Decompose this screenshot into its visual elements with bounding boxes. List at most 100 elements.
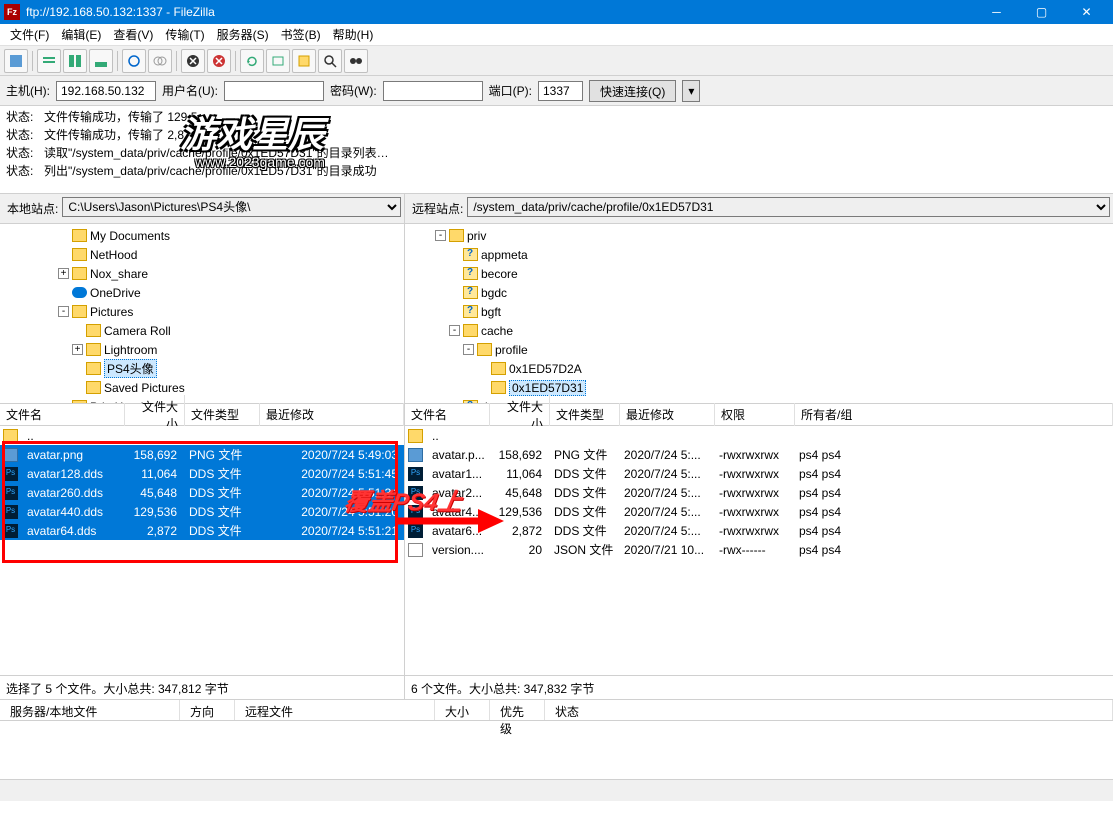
queue-col-remote[interactable]: 远程文件 bbox=[235, 700, 435, 720]
list-item[interactable]: version.... 20 JSON 文件 2020/7/21 10... -… bbox=[405, 540, 1113, 559]
cloud-icon bbox=[72, 287, 87, 298]
file-name: avatar260.dds bbox=[21, 486, 123, 500]
queue-area[interactable] bbox=[0, 721, 1113, 779]
remote-tree[interactable]: -privappmetabecorebgdcbgft-cache-profile… bbox=[405, 224, 1113, 404]
col-mod[interactable]: 最近修改 bbox=[260, 403, 404, 426]
file-mod: 2020/7/24 5:51:34 bbox=[258, 486, 404, 500]
col-name[interactable]: 文件名 bbox=[0, 403, 125, 426]
queue-col-priority[interactable]: 优先级 bbox=[490, 700, 545, 720]
col-name[interactable]: 文件名 bbox=[405, 403, 490, 426]
remote-file-list[interactable]: .. avatar.p... 158,692 PNG 文件 2020/7/24 … bbox=[405, 426, 1113, 675]
tree-node[interactable]: -profile bbox=[407, 340, 1111, 359]
tree-node[interactable]: bgdc bbox=[407, 283, 1111, 302]
tree-node[interactable]: My Documents bbox=[2, 226, 402, 245]
remote-path-select[interactable]: /system_data/priv/cache/profile/0x1ED57D… bbox=[467, 197, 1110, 217]
list-item[interactable]: Ps avatar260.dds 45,648 DDS 文件 2020/7/24… bbox=[0, 483, 404, 502]
list-item[interactable]: .. bbox=[0, 426, 404, 445]
tree-node[interactable]: becore bbox=[407, 264, 1111, 283]
log-text: 列出"/system_data/priv/cache/profile/0x1ED… bbox=[44, 162, 377, 180]
tree-toggle-icon[interactable]: + bbox=[58, 268, 69, 279]
toggle-queue-icon[interactable] bbox=[89, 49, 113, 73]
tree-node[interactable]: +Nox_share bbox=[2, 264, 402, 283]
list-item[interactable]: Ps avatar128.dds 11,064 DDS 文件 2020/7/24… bbox=[0, 464, 404, 483]
tree-node[interactable]: Camera Roll bbox=[2, 321, 402, 340]
close-button[interactable]: ✕ bbox=[1064, 0, 1109, 24]
filter-icon[interactable] bbox=[292, 49, 316, 73]
tree-toggle-icon[interactable]: - bbox=[449, 325, 460, 336]
tree-node[interactable]: appmeta bbox=[407, 245, 1111, 264]
list-item[interactable]: Ps avatar6... 2,872 DDS 文件 2020/7/24 5:.… bbox=[405, 521, 1113, 540]
binoculars-icon[interactable] bbox=[344, 49, 368, 73]
list-item[interactable]: avatar.png 158,692 PNG 文件 2020/7/24 5:49… bbox=[0, 445, 404, 464]
list-item[interactable]: Ps avatar64.dds 2,872 DDS 文件 2020/7/24 5… bbox=[0, 521, 404, 540]
minimize-button[interactable]: ─ bbox=[974, 0, 1019, 24]
user-input[interactable] bbox=[224, 81, 324, 101]
tree-node[interactable]: -priv bbox=[407, 226, 1111, 245]
file-name: avatar4... bbox=[426, 505, 488, 519]
sync-icon[interactable] bbox=[122, 49, 146, 73]
quickconnect-dropdown[interactable]: ▾ bbox=[682, 80, 700, 102]
tree-node[interactable]: -cache bbox=[407, 321, 1111, 340]
list-item[interactable]: Ps avatar1... 11,064 DDS 文件 2020/7/24 5:… bbox=[405, 464, 1113, 483]
tree-toggle-icon[interactable]: - bbox=[435, 230, 446, 241]
menu-view[interactable]: 查看(V) bbox=[107, 24, 159, 45]
user-label: 用户名(U): bbox=[162, 82, 218, 99]
menu-help[interactable]: 帮助(H) bbox=[327, 24, 380, 45]
menu-edit[interactable]: 编辑(E) bbox=[55, 24, 107, 45]
queue-col-status[interactable]: 状态 bbox=[545, 700, 1113, 720]
remote-pane: 远程站点: /system_data/priv/cache/profile/0x… bbox=[405, 194, 1113, 699]
disconnect-icon[interactable] bbox=[207, 49, 231, 73]
remote-site-label: 远程站点: bbox=[408, 197, 467, 220]
local-pane: 本地站点: C:\Users\Jason\Pictures\PS4头像\ My … bbox=[0, 194, 405, 699]
toggle-log-icon[interactable] bbox=[37, 49, 61, 73]
local-tree[interactable]: My DocumentsNetHood+Nox_shareOneDrive-Pi… bbox=[0, 224, 404, 404]
file-mod: 2020/7/24 5:... bbox=[618, 467, 713, 481]
process-queue-icon[interactable] bbox=[266, 49, 290, 73]
col-mod[interactable]: 最近修改 bbox=[620, 403, 715, 426]
toggle-tree-icon[interactable] bbox=[63, 49, 87, 73]
local-path-select[interactable]: C:\Users\Jason\Pictures\PS4头像\ bbox=[62, 197, 401, 217]
refresh-icon[interactable] bbox=[240, 49, 264, 73]
compare-icon[interactable] bbox=[148, 49, 172, 73]
queue-col-direction[interactable]: 方向 bbox=[180, 700, 235, 720]
list-item[interactable]: Ps avatar4... 129,536 DDS 文件 2020/7/24 5… bbox=[405, 502, 1113, 521]
list-item[interactable]: avatar.p... 158,692 PNG 文件 2020/7/24 5:.… bbox=[405, 445, 1113, 464]
menu-file[interactable]: 文件(F) bbox=[4, 24, 55, 45]
file-type: JSON 文件 bbox=[548, 541, 618, 558]
menu-transfer[interactable]: 传输(T) bbox=[159, 24, 210, 45]
col-type[interactable]: 文件类型 bbox=[550, 403, 620, 426]
file-mod: 2020/7/24 5:49:03 bbox=[258, 448, 404, 462]
maximize-button[interactable]: ▢ bbox=[1019, 0, 1064, 24]
tree-node[interactable]: 0x1ED57D2A bbox=[407, 359, 1111, 378]
col-owner[interactable]: 所有者/组 bbox=[795, 403, 1113, 426]
quickconnect-button[interactable]: 快速连接(Q) bbox=[589, 80, 676, 102]
menu-server[interactable]: 服务器(S) bbox=[211, 24, 275, 45]
host-input[interactable] bbox=[56, 81, 156, 101]
list-item[interactable]: Ps avatar2... 45,648 DDS 文件 2020/7/24 5:… bbox=[405, 483, 1113, 502]
tree-node[interactable]: NetHood bbox=[2, 245, 402, 264]
tree-node[interactable]: -Pictures bbox=[2, 302, 402, 321]
list-item[interactable]: .. bbox=[405, 426, 1113, 445]
queue-col-server[interactable]: 服务器/本地文件 bbox=[0, 700, 180, 720]
tree-node[interactable]: PS4头像 bbox=[2, 359, 402, 378]
sitemanager-icon[interactable] bbox=[4, 49, 28, 73]
search-icon[interactable] bbox=[318, 49, 342, 73]
tree-toggle-icon[interactable]: - bbox=[58, 306, 69, 317]
col-type[interactable]: 文件类型 bbox=[185, 403, 260, 426]
tree-node[interactable]: Saved Pictures bbox=[2, 378, 402, 397]
tree-node[interactable]: bgft bbox=[407, 302, 1111, 321]
folder-icon bbox=[86, 381, 101, 394]
log-text: 读取"/system_data/priv/cache/profile/0x1ED… bbox=[44, 144, 389, 162]
port-input[interactable] bbox=[538, 81, 583, 101]
tree-node[interactable]: +Lightroom bbox=[2, 340, 402, 359]
queue-col-size[interactable]: 大小 bbox=[435, 700, 490, 720]
cancel-icon[interactable] bbox=[181, 49, 205, 73]
tree-toggle-icon[interactable]: - bbox=[463, 344, 474, 355]
tree-toggle-icon[interactable]: + bbox=[72, 344, 83, 355]
menu-bookmarks[interactable]: 书签(B) bbox=[275, 24, 327, 45]
col-perm[interactable]: 权限 bbox=[715, 403, 795, 426]
tree-node[interactable]: OneDrive bbox=[2, 283, 402, 302]
local-file-list[interactable]: .. avatar.png 158,692 PNG 文件 2020/7/24 5… bbox=[0, 426, 404, 675]
list-item[interactable]: Ps avatar440.dds 129,536 DDS 文件 2020/7/2… bbox=[0, 502, 404, 521]
pass-input[interactable] bbox=[383, 81, 483, 101]
